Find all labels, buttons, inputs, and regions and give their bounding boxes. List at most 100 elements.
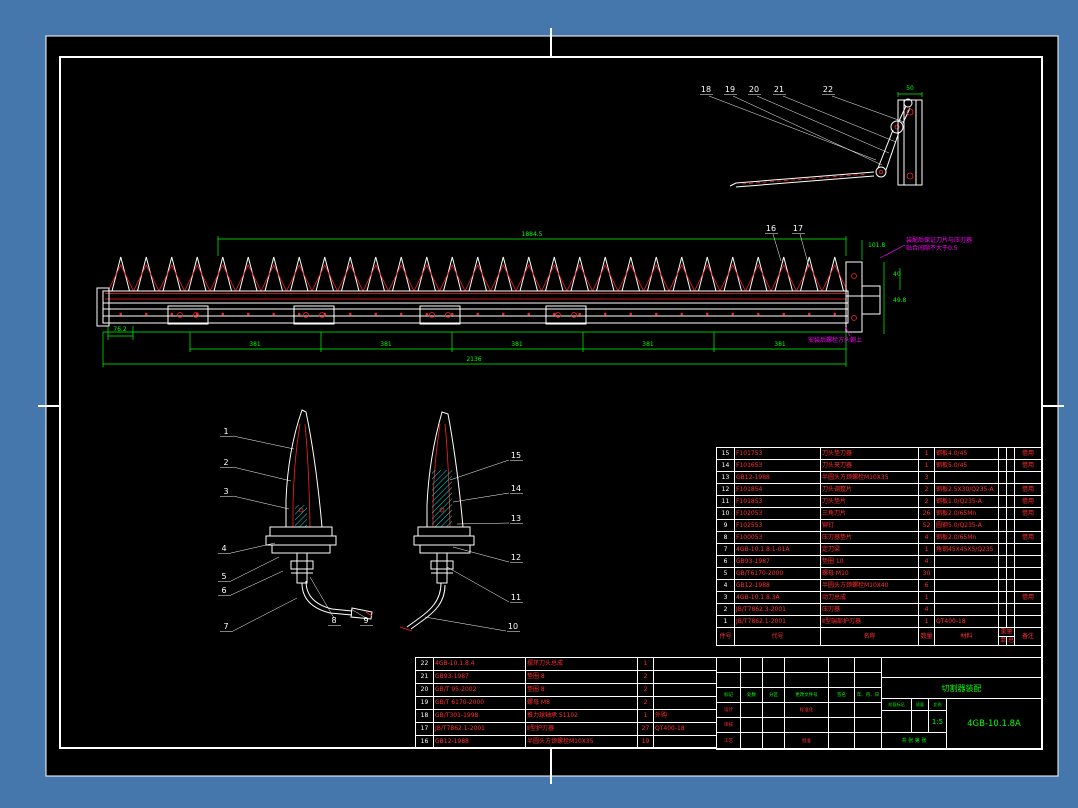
bom-cell-total [1006,555,1015,568]
bom-cell-no: 18 [415,709,434,723]
bom-header-qty: 数量 [918,627,935,646]
bom-cell-total [1006,483,1015,496]
bom-cell-material: 外购 [653,709,717,723]
bom-cell-qty: 1 [918,543,935,556]
bom-cell-no: 3 [716,591,735,604]
leader-13: 13 [511,514,521,523]
bom-cell-code: JB/T7862.1-2001 [734,615,821,628]
leader-6: 6 [221,586,226,595]
bom-cell-remark: 借用 [1014,495,1042,508]
note-2: 安装后螺栓方头朝上 [808,336,862,344]
leader-7: 7 [223,622,228,631]
leader-8: 8 [331,616,336,625]
label-standard: 标准化 [785,703,829,718]
bom-cell-qty: 27 [637,722,654,736]
bom-cell-code: F101653 [734,459,821,472]
bom-cell-remark: 借用 [1014,483,1042,496]
bom-cell-name: 半圆头方颈螺栓M10X40 [820,579,919,592]
bom-cell-total [1006,567,1015,580]
bom-cell-code: GB12-1988 [734,579,821,592]
dim-right-1: 101.8 [868,242,885,249]
bom-cell-total [1006,591,1015,604]
drawing-scale: 1:5 [929,711,947,733]
bom-cell-qty: 30 [918,567,935,580]
bom-cell-material [653,696,717,710]
cad-drawing-viewport: 1884.5 76.2 381 381 381 381 381 2136 101… [0,0,1078,808]
bom-cell-total [1006,531,1015,544]
bom-cell-name: 定刀梁 [820,543,919,556]
bom-cell-code: 4GB-10.1.8.1-01A [734,543,821,556]
bom-cell-total [1006,507,1015,520]
label-date: 年、月、日 [855,688,882,703]
bom-cell-material [934,579,999,592]
bom-cell-qty: 52 [918,519,935,532]
leader-19: 19 [725,85,735,94]
bom-cell-no: 4 [716,579,735,592]
bom-header-name: 名称 [820,627,919,646]
bom-cell-qty: 1 [637,709,654,723]
label-weight: 质量 [912,699,929,711]
bom-cell-total [1006,615,1015,628]
bom-cell-material [934,567,999,580]
bom-cell-name: 刀头垫刀器 [820,447,919,460]
leader-5: 5 [221,572,226,581]
bom-cell-no: 13 [716,471,735,484]
label-stage: 阶段标记 [882,699,912,711]
bom-cell-remark: 借用 [1014,447,1042,460]
bom-cell-name: 垫圈 8 [525,670,638,684]
bom-cell-qty: 2 [918,483,935,496]
bom-cell-code: GB/T6170-2000 [734,567,821,580]
bom-cell-unit [998,507,1007,520]
dim-seg-5: 381 [774,341,786,348]
bom-cell-material: 圆钢5.0/Q235-A [934,519,999,532]
bom-header-total: 总计 [1006,636,1015,646]
bom-cell-remark: 借用 [1014,507,1042,520]
leader-16: 16 [766,224,776,233]
bom-cell-name: 半圆头方颈螺栓M10X35 [525,735,638,749]
label-change-file: 更改文件号 [785,688,829,703]
dim-right-2: 40 [893,271,901,278]
dim-seg-4: 381 [642,341,654,348]
bom-cell-code: JB/T7862.3-2001 [734,603,821,616]
bom-cell-remark: 借用 [1014,531,1042,544]
bom-cell-remark [1014,543,1042,556]
bom-cell-material: 钢板5.0/45 [934,459,999,472]
bom-cell-qty: 2 [637,683,654,697]
leader-21: 21 [774,85,784,94]
bom-cell-material: 钢板2.0/65Mn [934,507,999,520]
dim-total: 2136 [466,356,481,363]
bom-cell-qty: 2 [918,495,935,508]
bom-cell-material: 钢板1.0/Q235-A [934,495,999,508]
bom-cell-material: 角钢45X45X5/Q235 [934,543,999,556]
label-check: 审核 [717,718,741,733]
bom-cell-remark [1014,579,1042,592]
bom-header-material: 材料 [934,627,999,646]
bom-cell-name: 铆钉 [820,519,919,532]
dim-seg-1: 381 [249,341,261,348]
bom-cell-code: GB/T301-1998 [433,709,526,723]
bom-cell-qty: 19 [637,735,654,749]
bom-header-no: 件号 [716,627,735,646]
leader-20: 20 [749,85,759,94]
bom-cell-name: 垫圈 10 [820,555,919,568]
parts-list-left: 22 4GB-10.1.8.4 摆环刀头总成 1 21 GB93-1987 垫圈 8 2 20 G… [415,657,717,749]
leader-17: 17 [793,224,803,233]
bom-cell-code: GB/T 6170-2000 [433,696,526,710]
bom-cell-code: 4GB-10.1.8.4 [433,657,526,671]
bom-cell-code: F101753 [734,447,821,460]
bom-header-code: 代号 [734,627,821,646]
leader-2: 2 [223,458,228,467]
bom-cell-total [1006,459,1015,472]
bom-cell-material: QT400-18 [653,722,717,736]
bom-cell-code: F101853 [734,495,821,508]
bom-cell-no: 15 [716,447,735,460]
bom-header-unit: 单件 [998,636,1007,646]
bom-cell-material [934,591,999,604]
dim-seg-2: 381 [380,341,392,348]
bom-cell-name: 刀头调整片 [820,483,919,496]
label-process: 工艺 [717,733,741,749]
leader-1: 1 [223,427,228,436]
bom-cell-no: 7 [716,543,735,556]
bom-cell-qty: 1 [918,459,935,472]
leader-12: 12 [511,553,521,562]
